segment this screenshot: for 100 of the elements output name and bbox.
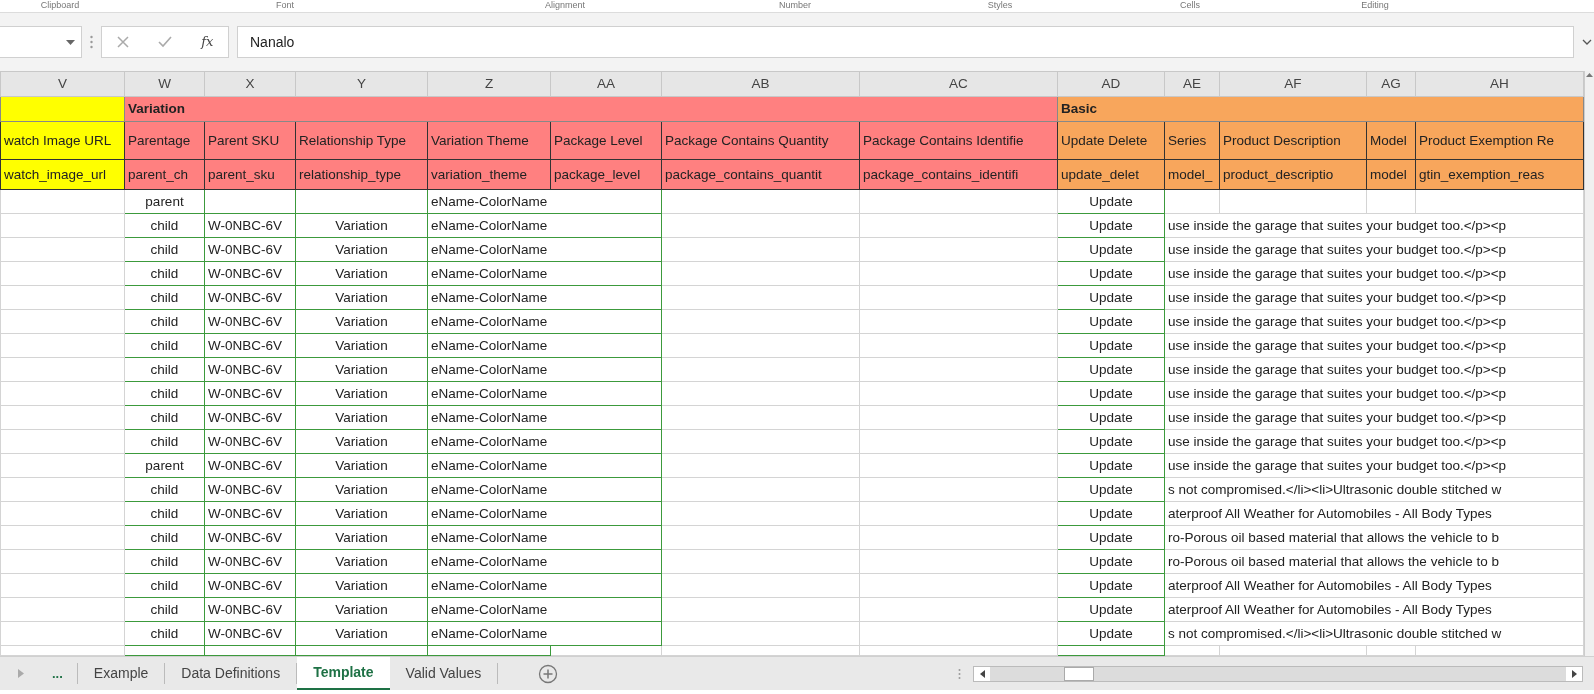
field-name: gtin_exemption_reas <box>1415 159 1584 190</box>
column-header[interactable]: Y <box>295 71 428 97</box>
table-cell: W-0NBC-6V <box>204 429 296 454</box>
column-header[interactable]: Z <box>427 71 551 97</box>
table-cell: use inside the garage that suites your budget too.</p><p <box>1164 357 1584 382</box>
table-cell: ro-Porous oil based material that allows the vehicle to b <box>1164 525 1584 550</box>
table-cell: Variation <box>295 597 428 622</box>
table-cell: Update <box>1057 237 1165 262</box>
column-header[interactable]: AC <box>859 71 1058 97</box>
add-sheet-icon[interactable] <box>538 663 559 684</box>
table-cell: Variation <box>295 333 428 358</box>
table-cell: W-0NBC-6V <box>204 213 296 238</box>
table-cell: W-0NBC-6V <box>204 357 296 382</box>
field-name: package_level <box>550 159 662 190</box>
table-cell: Update <box>1057 357 1165 382</box>
field-name: watch_image_url <box>0 159 125 190</box>
ribbon-group-label: Clipboard <box>39 0 81 12</box>
scroll-thumb[interactable] <box>1064 666 1094 681</box>
column-header[interactable]: AD <box>1057 71 1165 97</box>
table-cell: eName-ColorName <box>427 501 662 526</box>
field-label: Update Delete <box>1057 121 1165 160</box>
section-header: Basic <box>1057 96 1584 122</box>
table-cell: Update <box>1057 573 1165 598</box>
table-cell: Variation <box>295 525 428 550</box>
table-cell: eName-ColorName <box>427 405 662 430</box>
more-sheets-button[interactable]: ... <box>38 663 78 684</box>
table-cell: child <box>124 621 205 646</box>
formula-field[interactable]: Nanalo <box>237 26 1574 58</box>
field-label: Product Exemption Re <box>1415 121 1584 160</box>
table-cell: Update <box>1057 597 1165 622</box>
field-label: Package Contains Quantity <box>661 121 860 160</box>
cancel-icon[interactable] <box>116 36 129 48</box>
table-cell: eName-ColorName <box>427 285 662 310</box>
table-cell: child <box>124 357 205 382</box>
table-cell: child <box>124 525 205 550</box>
insert-function-button[interactable]: fx <box>201 32 214 52</box>
table-cell: use inside the garage that suites your budget too.</p><p <box>1164 405 1584 430</box>
table-cell: aterproof All Weather for Automobiles - All Body Types <box>1164 597 1584 622</box>
table-cell: use inside the garage that suites your budget too.</p><p <box>1164 381 1584 406</box>
field-label: Relationship Type <box>295 121 428 160</box>
table-cell: W-0NBC-6V <box>204 309 296 334</box>
column-header[interactable]: AH <box>1415 71 1584 97</box>
table-cell: W-0NBC-6V <box>204 597 296 622</box>
table-cell: Variation <box>295 213 428 238</box>
ribbon-group-label: Alignment <box>544 0 586 12</box>
table-cell: Update <box>1057 381 1165 406</box>
horizontal-scrollbar[interactable] <box>973 665 1583 682</box>
table-cell: ro-Porous oil based material that allows the vehicle to b <box>1164 549 1584 574</box>
table-cell: child <box>124 309 205 334</box>
dropdown-caret-icon[interactable] <box>66 39 75 45</box>
table-cell: eName-ColorName <box>427 237 662 262</box>
ribbon-group-label: Font <box>275 0 295 12</box>
column-header[interactable]: AA <box>550 71 662 97</box>
column-header[interactable]: AG <box>1366 71 1416 97</box>
column-header[interactable]: X <box>204 71 296 97</box>
column-header[interactable]: AB <box>661 71 860 97</box>
table-cell: use inside the garage that suites your budget too.</p><p <box>1164 453 1584 478</box>
table-cell: use inside the garage that suites your budget too.</p><p <box>1164 429 1584 454</box>
table-cell: Variation <box>295 573 428 598</box>
table-cell: W-0NBC-6V <box>204 405 296 430</box>
ribbon-group-label: Number <box>778 0 812 12</box>
column-header[interactable]: AE <box>1164 71 1220 97</box>
table-cell: Variation <box>295 357 428 382</box>
scroll-left-icon[interactable] <box>979 669 985 678</box>
table-cell: eName-ColorName <box>427 357 662 382</box>
sheet-tab[interactable]: Template <box>297 657 390 690</box>
scroll-up-icon[interactable] <box>1586 73 1593 77</box>
table-cell: W-0NBC-6V <box>204 333 296 358</box>
enter-icon[interactable] <box>157 36 172 48</box>
table-cell: Update <box>1057 309 1165 334</box>
column-header[interactable]: V <box>0 71 125 97</box>
table-cell: Update <box>1057 525 1165 550</box>
table-cell: child <box>124 549 205 574</box>
field-name: package_contains_identifi <box>859 159 1058 190</box>
scroll-right-icon[interactable] <box>1571 669 1577 678</box>
column-header[interactable]: W <box>124 71 205 97</box>
table-cell: Variation <box>295 501 428 526</box>
expand-caret-icon[interactable] <box>1582 39 1592 45</box>
scroll-tabs-icon[interactable] <box>18 669 24 678</box>
table-cell: use inside the garage that suites your budget too.</p><p <box>1164 285 1584 310</box>
table-cell: eName-ColorName <box>427 213 662 238</box>
table-cell: Variation <box>295 261 428 286</box>
field-name: model_ <box>1164 159 1220 190</box>
table-cell: Update <box>1057 429 1165 454</box>
table-cell: Update <box>1057 549 1165 574</box>
sheet-tab[interactable]: Example <box>77 663 166 684</box>
table-cell: W-0NBC-6V <box>204 525 296 550</box>
column-header[interactable]: AF <box>1219 71 1367 97</box>
table-cell: aterproof All Weather for Automobiles - All Body Types <box>1164 501 1584 526</box>
field-name: update_delet <box>1057 159 1165 190</box>
sheet-tab[interactable]: Valid Values <box>389 663 499 684</box>
table-cell: eName-ColorName <box>427 189 662 214</box>
section-header: Variation <box>124 96 1058 122</box>
table-cell: W-0NBC-6V <box>204 237 296 262</box>
table-cell: eName-ColorName <box>427 429 662 454</box>
table-cell: aterproof All Weather for Automobiles - All Body Types <box>1164 573 1584 598</box>
table-cell: W-0NBC-6V <box>204 381 296 406</box>
table-cell: child <box>124 597 205 622</box>
table-cell: Variation <box>295 453 428 478</box>
field-name: package_contains_quantit <box>661 159 860 190</box>
